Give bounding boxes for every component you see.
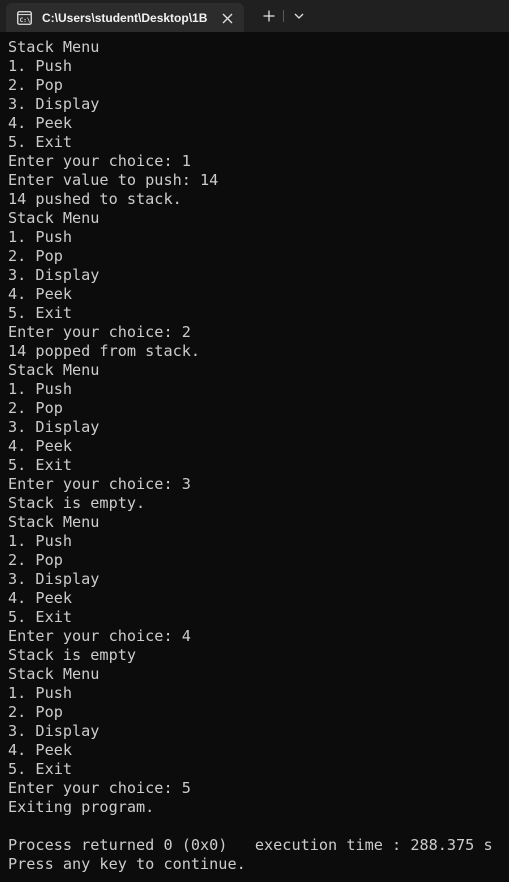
console-line: Stack is empty: [8, 646, 137, 664]
console-line: 14 popped from stack.: [8, 342, 201, 360]
console-line: 4. Peek: [8, 285, 73, 303]
console-line: 2. Pop: [8, 247, 63, 265]
console-line: Process returned 0 (0x0) execution time …: [8, 836, 493, 854]
console-output[interactable]: Stack Menu 1. Push 2. Pop 3. Display 4. Peek…: [8, 38, 505, 874]
console-line: 4. Peek: [8, 437, 73, 455]
console-line: Exiting program.: [8, 798, 155, 816]
console-line: Stack Menu: [8, 513, 100, 531]
console-line: 5. Exit: [8, 456, 73, 474]
console-line: 1. Push: [8, 684, 73, 702]
new-tab-button[interactable]: [259, 6, 279, 26]
console-line: 3. Display: [8, 95, 100, 113]
console-line: 3. Display: [8, 418, 100, 436]
console-line: 2. Pop: [8, 76, 63, 94]
terminal-window: C:\ C:\Users\student\Desktop\1BI Stack M…: [0, 0, 509, 882]
console-line: Press any key to continue.: [8, 855, 246, 873]
title-bar: C:\ C:\Users\student\Desktop\1BI: [0, 0, 509, 32]
console-line: 4. Peek: [8, 589, 73, 607]
console-line: 5. Exit: [8, 304, 73, 322]
console-line: Stack Menu: [8, 38, 100, 56]
console-line: Stack Menu: [8, 361, 100, 379]
plus-icon: [263, 10, 275, 22]
console-line: Enter your choice: 3: [8, 475, 191, 493]
console-line: 3. Display: [8, 570, 100, 588]
chevron-down-icon: [294, 13, 304, 19]
console-line: Enter your choice: 4: [8, 627, 191, 645]
console-line: Stack Menu: [8, 665, 100, 683]
console-line: 5. Exit: [8, 760, 73, 778]
svg-text:C:\: C:\: [20, 17, 31, 24]
console-line: 4. Peek: [8, 741, 73, 759]
console-line: Stack Menu: [8, 209, 100, 227]
console-line: 1. Push: [8, 380, 73, 398]
console-line: Enter your choice: 5: [8, 779, 191, 797]
close-icon: [222, 13, 232, 23]
console-line: Stack is empty.: [8, 494, 146, 512]
console-line: 1. Push: [8, 228, 73, 246]
tab-divider: [283, 10, 284, 22]
console-line: 2. Pop: [8, 399, 63, 417]
close-tab-button[interactable]: [218, 9, 236, 27]
console-line: 2. Pop: [8, 703, 63, 721]
tab-title: C:\Users\student\Desktop\1BI: [42, 10, 208, 25]
tab-dropdown-button[interactable]: [290, 6, 308, 26]
console-line: 3. Display: [8, 722, 100, 740]
console-line: 5. Exit: [8, 133, 73, 151]
console-line: 3. Display: [8, 266, 100, 284]
console-line: 2. Pop: [8, 551, 63, 569]
console-app-icon: C:\: [17, 10, 32, 25]
console-line: 1. Push: [8, 532, 73, 550]
console-line: Enter your choice: 2: [8, 323, 191, 341]
terminal-tab[interactable]: C:\ C:\Users\student\Desktop\1BI: [6, 3, 244, 32]
console-line: Enter value to push: 14: [8, 171, 219, 189]
console-line: 1. Push: [8, 57, 73, 75]
console-line: 4. Peek: [8, 114, 73, 132]
console-line: 14 pushed to stack.: [8, 190, 182, 208]
console-line: Enter your choice: 1: [8, 152, 191, 170]
console-line: 5. Exit: [8, 608, 73, 626]
